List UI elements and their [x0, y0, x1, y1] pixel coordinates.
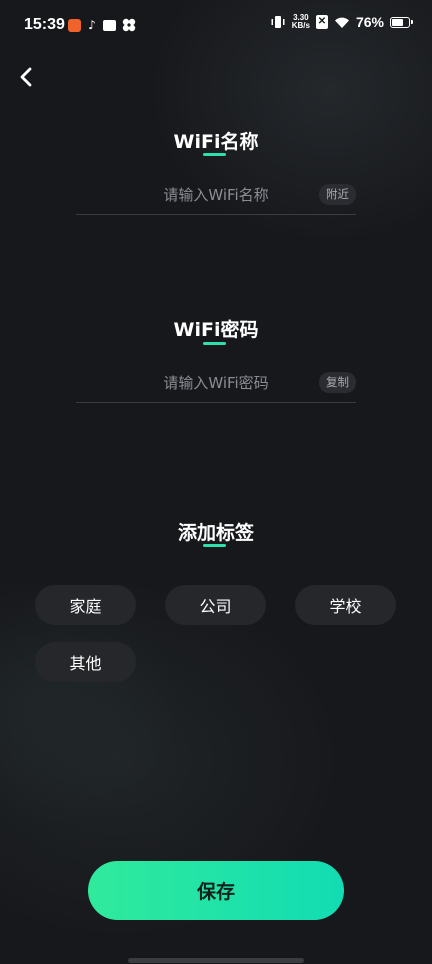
home-indicator [128, 958, 304, 963]
vibrate-icon [270, 14, 286, 30]
tag-chip-other[interactable]: 其他 [35, 642, 136, 682]
nearby-button[interactable]: 附近 [319, 184, 356, 205]
wifi-name-field: 附近 [76, 178, 356, 215]
battery-icon [390, 16, 413, 28]
wifi-name-input[interactable] [76, 178, 356, 212]
battery-percent: 76% [355, 14, 384, 30]
orange-app-icon [68, 18, 81, 32]
status-time: 15:39 [24, 16, 65, 33]
wifi-name-title: WiFi名称 [173, 131, 259, 153]
x-app-icon: ✕ [315, 15, 328, 29]
add-tags-title-underline [203, 544, 226, 547]
wifi-password-field: 复制 [76, 366, 356, 403]
tag-chip-company[interactable]: 公司 [165, 585, 266, 625]
flower-app-icon [122, 18, 136, 32]
message-app-icon [103, 19, 116, 31]
tag-chip-home[interactable]: 家庭 [35, 585, 136, 625]
copy-button[interactable]: 复制 [319, 372, 356, 393]
wifi-password-input[interactable] [76, 366, 356, 400]
status-app-icons: ♪ [68, 18, 136, 32]
back-button[interactable] [10, 60, 44, 94]
tag-chip-school[interactable]: 学校 [295, 585, 396, 625]
chevron-left-icon [20, 67, 32, 87]
status-right: 3.30 KB/s ✕ 76% [270, 14, 413, 30]
tiktok-icon: ♪ [88, 17, 96, 32]
wifi-password-title: WiFi密码 [173, 319, 259, 341]
wifi-password-title-underline [203, 342, 226, 345]
add-tags-title: 添加标签 [177, 522, 254, 544]
save-button[interactable]: 保存 [88, 861, 344, 920]
wifi-icon [334, 15, 350, 29]
net-speed-unit: KB/s [291, 21, 310, 30]
net-speed: 3.30 KB/s [292, 14, 310, 30]
battery-tip [411, 20, 413, 24]
battery-fill [392, 18, 404, 26]
wifi-name-title-underline [203, 153, 226, 156]
status-bar: 15:39 ♪ 3.30 KB/s ✕ 76% [0, 0, 432, 52]
